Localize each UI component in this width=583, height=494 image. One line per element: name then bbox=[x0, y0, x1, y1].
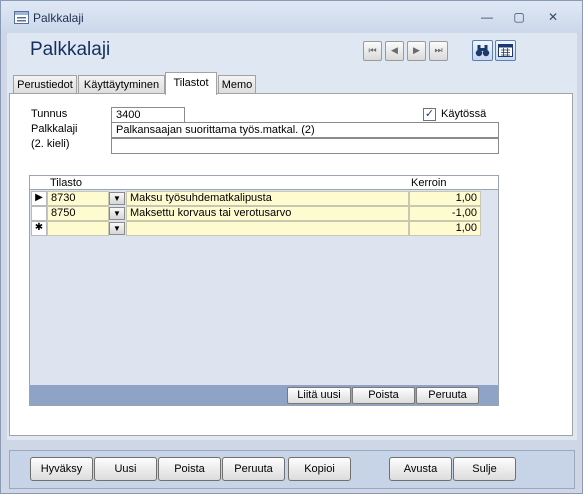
dropdown-arrow-icon[interactable]: ▼ bbox=[109, 192, 125, 205]
tab-perustiedot[interactable]: Perustiedot bbox=[13, 75, 77, 94]
uusi-button[interactable]: Uusi bbox=[94, 457, 157, 481]
palkkalaji-window: Palkkalaji — ▢ ✕ Palkkalaji ⏮ ◀ ▶ ⏭ Peru… bbox=[0, 0, 583, 494]
new-record-selector[interactable]: ✱ bbox=[31, 221, 47, 236]
hyvaksy-button[interactable]: Hyväksy bbox=[30, 457, 93, 481]
kaytossa-checkbox[interactable]: ✓ bbox=[423, 108, 436, 121]
binoculars-glyph bbox=[475, 45, 490, 57]
binoculars-icon[interactable] bbox=[472, 40, 493, 61]
dropdown-arrow-icon[interactable]: ▼ bbox=[109, 222, 125, 235]
kopioi-button[interactable]: Kopioi bbox=[288, 457, 351, 481]
column-header-kerroin: Kerroin bbox=[411, 177, 447, 189]
column-header-tilasto: Tilasto bbox=[50, 177, 82, 189]
kieli-field[interactable] bbox=[111, 138, 499, 154]
avusta-button[interactable]: Avusta bbox=[389, 457, 452, 481]
kerroin-cell[interactable]: 1,00 bbox=[409, 191, 481, 206]
tab-kayttaytyminen[interactable]: Käyttäytyminen bbox=[78, 75, 165, 94]
form-icon bbox=[14, 11, 29, 24]
tab-tilastot[interactable]: Tilastot bbox=[165, 72, 217, 95]
next-record-button[interactable]: ▶ bbox=[407, 41, 426, 61]
grid-toolbar: Liitä uusi Poista Peruuta bbox=[30, 385, 498, 405]
palkkalaji-label: Palkkalaji bbox=[31, 123, 78, 135]
record-selector[interactable]: ▶ bbox=[31, 191, 47, 206]
kieli-label: (2. kieli) bbox=[31, 138, 70, 150]
grid-peruuta-button[interactable]: Peruuta bbox=[416, 387, 479, 404]
tilasto-description-cell: Maksettu korvaus tai verotusarvo bbox=[126, 206, 409, 221]
liita-uusi-button[interactable]: Liitä uusi bbox=[287, 387, 351, 404]
grid-poista-button[interactable]: Poista bbox=[352, 387, 415, 404]
peruuta-button[interactable]: Peruuta bbox=[222, 457, 285, 481]
tilasto-description-cell bbox=[126, 221, 409, 236]
previous-record-button[interactable]: ◀ bbox=[385, 41, 404, 61]
first-record-button[interactable]: ⏮ bbox=[363, 41, 382, 61]
new-record-row[interactable]: ✱ ▼ 1,00 bbox=[30, 221, 498, 236]
dropdown-arrow-icon[interactable]: ▼ bbox=[109, 207, 125, 220]
palkkalaji-field[interactable]: Palkansaajan suorittama työs.matkal. (2) bbox=[111, 122, 499, 138]
tilasto-grid: Tilasto Kerroin ▶ 8730 ▼ Maksu työsuhdem… bbox=[29, 175, 499, 406]
title-bar: Palkkalaji — ▢ ✕ bbox=[1, 1, 582, 33]
tilasto-code-cell[interactable]: 8750 bbox=[47, 206, 109, 221]
record-selector[interactable] bbox=[31, 206, 47, 221]
last-record-button[interactable]: ⏭ bbox=[429, 41, 448, 61]
window-title: Palkkalaji bbox=[33, 11, 84, 25]
maximize-icon[interactable]: ▢ bbox=[506, 8, 532, 26]
form-title: Palkkalaji bbox=[30, 39, 111, 60]
minimize-icon[interactable]: — bbox=[474, 8, 500, 26]
tunnus-field[interactable]: 3400 bbox=[111, 107, 185, 123]
table-row[interactable]: ▶ 8730 ▼ Maksu työsuhdematkalipusta 1,00 bbox=[30, 191, 498, 206]
grid-header: Tilasto Kerroin bbox=[30, 176, 498, 190]
kaytossa-label: Käytössä bbox=[441, 108, 487, 120]
kerroin-cell[interactable]: -1,00 bbox=[409, 206, 481, 221]
tilasto-description-cell: Maksu työsuhdematkalipusta bbox=[126, 191, 409, 206]
calendar-glyph bbox=[498, 44, 513, 57]
calendar-icon[interactable] bbox=[495, 40, 516, 61]
tunnus-label: Tunnus bbox=[31, 108, 68, 120]
tilasto-code-cell[interactable] bbox=[47, 221, 109, 236]
tab-memo[interactable]: Memo bbox=[218, 75, 256, 94]
sulje-button[interactable]: Sulje bbox=[453, 457, 516, 481]
close-icon[interactable]: ✕ bbox=[540, 8, 566, 26]
table-row[interactable]: 8750 ▼ Maksettu korvaus tai verotusarvo … bbox=[30, 206, 498, 221]
poista-button[interactable]: Poista bbox=[158, 457, 221, 481]
tilasto-code-cell[interactable]: 8730 bbox=[47, 191, 109, 206]
kerroin-cell[interactable]: 1,00 bbox=[409, 221, 481, 236]
